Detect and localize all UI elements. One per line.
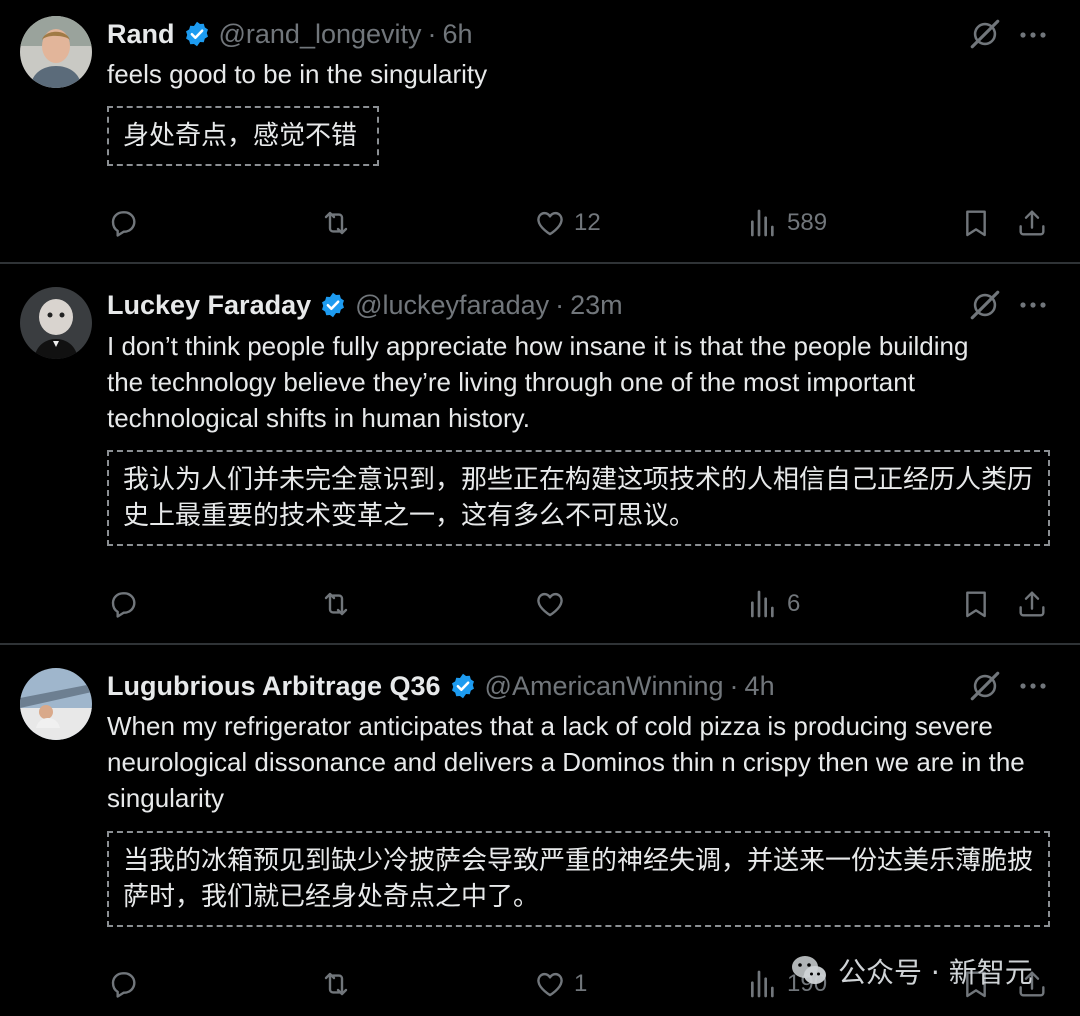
retweet-button[interactable] bbox=[320, 588, 352, 620]
share-icon bbox=[1016, 207, 1048, 239]
separator: · bbox=[555, 289, 565, 320]
like-icon bbox=[534, 207, 566, 239]
tweet-text: I don’t think people fully appreciate ho… bbox=[107, 331, 969, 433]
like-count: 12 bbox=[574, 209, 601, 236]
retweet-button[interactable] bbox=[320, 968, 352, 1000]
share-icon bbox=[1016, 588, 1048, 620]
bookmark-button[interactable] bbox=[960, 207, 992, 239]
retweet-icon bbox=[320, 207, 352, 239]
wechat-icon bbox=[792, 956, 826, 984]
views-icon bbox=[747, 588, 779, 620]
tweet-header: Rand @rand_longevity · 6h bbox=[107, 14, 473, 54]
tweet-text: When my refrigerator anticipates that a … bbox=[107, 711, 1025, 813]
timestamp[interactable]: 4h bbox=[745, 671, 775, 702]
grok-icon[interactable] bbox=[968, 17, 1002, 51]
more-icon[interactable] bbox=[1018, 300, 1048, 310]
like-icon bbox=[534, 968, 566, 1000]
user-handle[interactable]: @AmericanWinning bbox=[485, 671, 724, 702]
watermark-text: 公众号 · 新智元 bbox=[838, 956, 1033, 989]
grok-icon[interactable] bbox=[968, 669, 1002, 703]
reply-button[interactable] bbox=[107, 207, 139, 239]
like-count: 1 bbox=[574, 970, 588, 997]
views-count: 589 bbox=[787, 209, 828, 236]
translation-box: 当我的冰箱预见到缺少冷披萨会导致严重的神经失调，并送来一份达美乐薄脆披萨时，我们… bbox=[107, 831, 1050, 927]
timestamp[interactable]: 6h bbox=[443, 19, 473, 50]
retweet-icon bbox=[320, 588, 352, 620]
watermark: 公众号 · 新智元 bbox=[788, 950, 1033, 992]
bookmark-icon bbox=[960, 588, 992, 620]
views-icon bbox=[747, 968, 779, 1000]
more-icon[interactable] bbox=[1018, 681, 1048, 691]
like-button[interactable]: 12 bbox=[534, 207, 601, 239]
reply-icon bbox=[107, 588, 139, 620]
translation-box: 我认为人们并未完全意识到，那些正在构建这项技术的人相信自己正经历人类历史上最重要… bbox=[107, 450, 1050, 546]
views-icon bbox=[747, 207, 779, 239]
like-icon bbox=[534, 588, 566, 620]
retweet-button[interactable] bbox=[320, 207, 352, 239]
display-name[interactable]: Luckey Faraday bbox=[107, 290, 311, 321]
divider bbox=[0, 262, 1080, 264]
share-button[interactable] bbox=[1016, 207, 1048, 239]
retweet-icon bbox=[320, 968, 352, 1000]
bookmark-icon bbox=[960, 207, 992, 239]
grok-icon[interactable] bbox=[968, 288, 1002, 322]
reply-icon bbox=[107, 207, 139, 239]
verified-icon bbox=[319, 291, 347, 319]
tweet-header: Lugubrious Arbitrage Q36 @AmericanWinnin… bbox=[107, 666, 775, 706]
tweet-text: feels good to be in the singularity bbox=[107, 59, 488, 89]
views-button[interactable]: 6 bbox=[747, 588, 800, 620]
views-count: 6 bbox=[787, 590, 801, 617]
views-button[interactable]: 589 bbox=[747, 207, 827, 239]
tweet-header: Luckey Faraday @luckeyfaraday · 23m bbox=[107, 285, 623, 325]
reply-icon bbox=[107, 968, 139, 1000]
display-name[interactable]: Lugubrious Arbitrage Q36 bbox=[107, 671, 441, 702]
translation-box: 身处奇点，感觉不错 bbox=[107, 106, 379, 166]
reply-button[interactable] bbox=[107, 968, 139, 1000]
display-name[interactable]: Rand bbox=[107, 19, 175, 50]
separator: · bbox=[729, 670, 739, 701]
avatar[interactable] bbox=[20, 668, 92, 740]
divider bbox=[0, 643, 1080, 645]
share-button[interactable] bbox=[1016, 588, 1048, 620]
reply-button[interactable] bbox=[107, 588, 139, 620]
verified-icon bbox=[449, 672, 477, 700]
avatar[interactable] bbox=[20, 16, 92, 88]
avatar[interactable] bbox=[20, 287, 92, 359]
like-button[interactable]: 1 bbox=[534, 968, 587, 1000]
like-button[interactable] bbox=[534, 588, 574, 620]
bookmark-button[interactable] bbox=[960, 588, 992, 620]
verified-icon bbox=[183, 20, 211, 48]
user-handle[interactable]: @rand_longevity bbox=[219, 19, 422, 50]
more-icon[interactable] bbox=[1018, 30, 1048, 40]
separator: · bbox=[427, 18, 437, 49]
user-handle[interactable]: @luckeyfaraday bbox=[355, 290, 549, 321]
timestamp[interactable]: 23m bbox=[570, 290, 623, 321]
